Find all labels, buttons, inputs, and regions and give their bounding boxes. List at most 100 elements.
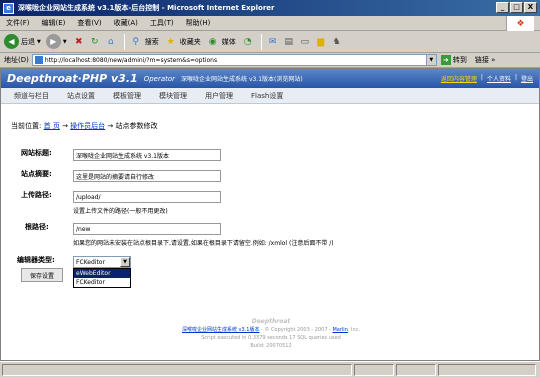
minimize-button[interactable]: _ xyxy=(496,2,509,13)
view-site-link[interactable]: 浏览网站 xyxy=(276,76,300,83)
back-dropdown-icon[interactable]: ▼ xyxy=(37,39,41,45)
admin-nav: 频道与栏目 站点设置 模板管理 模块管理 用户管理 Flash设置 xyxy=(1,88,539,104)
stop-icon[interactable]: ✖ xyxy=(72,35,86,49)
breadcrumb-home[interactable]: 首 页 xyxy=(44,122,60,130)
browser-toolbar: ◀ 后退 ▼ ▶ ▼ ✖ ↻ ⌂ ⚲ 搜索 ★ 收藏夹 ◉ 媒体 ◔ ✉ ▤ ▭… xyxy=(0,31,540,53)
site-desc-value: 这里是网站的摘要请自行修改 xyxy=(76,173,155,181)
breadcrumb-current: 站点参数修改 xyxy=(115,122,158,130)
footer-author-link[interactable]: Marlin xyxy=(332,327,347,333)
back-to-content-link[interactable]: 返回内容管理 xyxy=(441,74,477,83)
search-icon: ⚲ xyxy=(132,36,140,47)
menu-edit[interactable]: 编辑(E) xyxy=(42,18,66,28)
status-cell xyxy=(354,363,394,376)
history-icon[interactable]: ◔ xyxy=(241,35,255,49)
home-icon[interactable]: ⌂ xyxy=(104,35,118,49)
breadcrumb: 当前位置: 首 页 → 操作员后台 → 站点参数修改 xyxy=(11,121,158,131)
forward-dropdown-icon[interactable]: ▼ xyxy=(63,39,67,45)
windows-logo-icon: ❖ xyxy=(506,16,534,31)
header-info: 深喉咙企业网站生成系统 v3.1版本(浏览网站) xyxy=(181,74,303,83)
star-icon: ★ xyxy=(166,36,175,47)
status-cell xyxy=(396,363,436,376)
site-desc-label: 站点摘要: xyxy=(21,170,52,178)
favorites-label: 收藏夹 xyxy=(179,37,201,46)
address-label: 地址(D) xyxy=(4,56,29,64)
search-label: 搜索 xyxy=(144,37,159,46)
status-bar xyxy=(0,361,540,377)
close-button[interactable]: X xyxy=(524,2,537,13)
editor-selected-value: FCKeditor xyxy=(76,258,105,266)
favorites-button[interactable]: ★ 收藏夹 xyxy=(164,35,201,49)
back-button[interactable]: ◀ 后退 ▼ xyxy=(4,34,41,49)
footer-copyright-end: , Inc. xyxy=(347,327,361,333)
brand-operator: Operator xyxy=(143,74,176,83)
back-arrow-icon: ◀ xyxy=(4,34,19,49)
upload-path-input[interactable]: /upload/ xyxy=(73,191,221,203)
breadcrumb-console[interactable]: 操作员后台 xyxy=(70,122,105,130)
footer: Deepthroat 深喉咙企业网站生成系统 v3.1版本 - © Copyri… xyxy=(1,318,540,350)
editor-select[interactable]: FCKeditor ▼ xyxy=(73,256,131,268)
menu-favorites[interactable]: 收藏(A) xyxy=(114,18,138,28)
go-button[interactable]: ➜ 转到 xyxy=(440,55,467,65)
save-settings-button[interactable]: 保存设置 xyxy=(21,268,63,282)
site-desc-input[interactable]: 这里是网站的摘要请自行修改 xyxy=(73,170,221,182)
nav-site-settings[interactable]: 站点设置 xyxy=(67,91,95,101)
nav-flash[interactable]: Flash设置 xyxy=(251,91,283,101)
page-content: Deepthroat·PHP v3.1 Operator 深喉咙企业网站生成系统… xyxy=(0,68,540,361)
edit-icon[interactable]: ▭ xyxy=(298,35,312,49)
header-divider: | xyxy=(480,74,483,81)
nav-users[interactable]: 用户管理 xyxy=(205,91,233,101)
window-title: 深喉咙企业网站生成系统 v3.1版本-后台控制 - Microsoft Inte… xyxy=(18,4,275,12)
media-button[interactable]: ◉ 媒体 xyxy=(206,35,236,49)
footer-brand: Deepthroat xyxy=(251,318,291,325)
mail-icon[interactable]: ✉ xyxy=(266,35,280,49)
upload-path-hint: 设置上传文件的路径(一般不用更改) xyxy=(73,208,168,215)
refresh-icon[interactable]: ↻ xyxy=(88,35,102,49)
nav-templates[interactable]: 模板管理 xyxy=(113,91,141,101)
site-title-label: 网站标题: xyxy=(21,149,52,157)
editor-option-fckeditor[interactable]: FCKeditor xyxy=(74,278,130,287)
editor-options-list: eWebEditor FCKeditor xyxy=(73,268,131,288)
chevron-down-icon[interactable]: ▼ xyxy=(120,257,130,267)
address-bar: 地址(D) http://localhost:8080/new/admini/?… xyxy=(0,53,540,68)
footer-stats: Script executed in 0.3379 seconds 17 SQL… xyxy=(201,335,341,341)
nav-modules[interactable]: 模块管理 xyxy=(159,91,187,101)
editor-type-label: 编辑器类型: xyxy=(17,256,55,264)
breadcrumb-arrow: → xyxy=(107,122,114,130)
logout-link[interactable]: 登出 xyxy=(521,74,533,83)
root-path-value: /new xyxy=(76,225,91,233)
menu-bar: 文件(F) 编辑(E) 查看(V) 收藏(A) 工具(T) 帮助(H) xyxy=(0,16,540,31)
search-button[interactable]: ⚲ 搜索 xyxy=(129,35,159,49)
forward-arrow-icon: ▶ xyxy=(45,34,61,49)
editor-option-ewebeditor[interactable]: eWebEditor xyxy=(74,269,130,278)
forward-button[interactable]: ▶ ▼ xyxy=(45,34,67,49)
go-arrow-icon: ➜ xyxy=(440,55,451,65)
address-input[interactable]: http://localhost:8080/new/admini/?m=syst… xyxy=(31,54,437,66)
menu-tools[interactable]: 工具(T) xyxy=(150,18,174,28)
root-path-input[interactable]: /new xyxy=(73,223,221,235)
menu-help[interactable]: 帮助(H) xyxy=(186,18,211,28)
window-title-bar: e 深喉咙企业网站生成系统 v3.1版本-后台控制 - Microsoft In… xyxy=(0,0,540,16)
maximize-button[interactable]: □ xyxy=(510,2,523,13)
toolbar-separator xyxy=(123,33,125,50)
back-label: 后退 xyxy=(21,37,35,46)
header-info-end: ) xyxy=(300,76,303,83)
address-dropdown-icon[interactable]: ▼ xyxy=(425,55,436,65)
menu-view[interactable]: 查看(V) xyxy=(77,18,101,28)
brand-logo: Deepthroat·PHP v3.1 xyxy=(7,72,138,85)
folder-icon[interactable]: ▆ xyxy=(314,35,328,49)
profile-link[interactable]: 个人资料 xyxy=(487,74,511,83)
address-url: http://localhost:8080/new/admini/?m=syst… xyxy=(44,56,218,64)
breadcrumb-arrow: → xyxy=(62,122,68,130)
toolbar-separator xyxy=(260,33,262,50)
header-divider: | xyxy=(514,74,517,81)
messenger-icon[interactable]: ♞ xyxy=(330,35,344,49)
nav-channels[interactable]: 频道与栏目 xyxy=(14,91,49,101)
admin-header: Deepthroat·PHP v3.1 Operator 深喉咙企业网站生成系统… xyxy=(1,69,539,88)
ie-icon: e xyxy=(3,2,14,14)
site-title-input[interactable]: 深喉咙企业网站生成系统 v3.1版本 xyxy=(73,149,221,161)
menu-file[interactable]: 文件(F) xyxy=(6,18,30,28)
print-icon[interactable]: ▤ xyxy=(282,35,296,49)
footer-system-link[interactable]: 深喉咙企业网站生成系统 v3.1版本 xyxy=(182,327,260,333)
links-button[interactable]: 链接 » xyxy=(475,55,496,65)
upload-path-label: 上传路径: xyxy=(21,191,52,199)
